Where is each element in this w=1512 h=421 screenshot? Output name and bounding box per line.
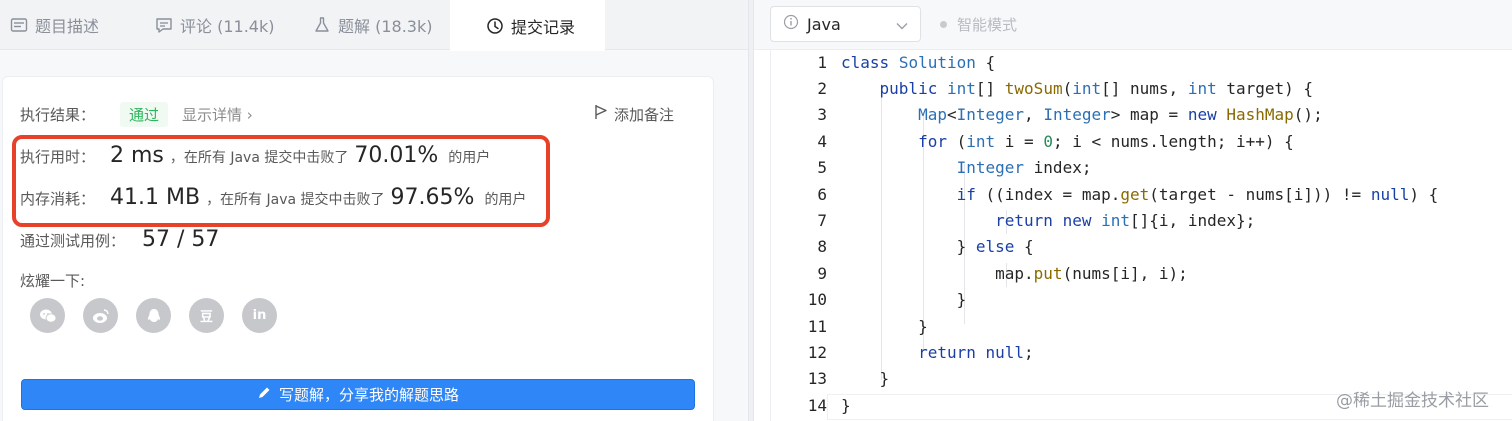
code-line: for (int i = 0; i < nums.length; i++) { (918, 132, 1294, 151)
editor-toolbar: Java 智能模式 (754, 0, 1512, 50)
line-number: 3 (817, 105, 827, 124)
line-number: 1 (817, 53, 827, 72)
weibo-icon[interactable] (83, 298, 118, 333)
code-line: class Solution { (841, 53, 996, 72)
code-line: Integer index; (956, 158, 1092, 177)
write-solution-label: 写题解，分享我的解题思路 (278, 386, 459, 404)
code-line: } (841, 369, 890, 388)
line-number: 10 (807, 290, 827, 309)
tab-submissions[interactable]: 提交记录 (450, 0, 605, 51)
line-number: 5 (817, 158, 827, 177)
code-line: Map<Integer, Integer> map = new HashMap(… (918, 105, 1323, 124)
pencil-icon (257, 386, 271, 404)
smart-mode-toggle[interactable]: 智能模式 (940, 14, 1017, 35)
linkedin-icon[interactable]: in (242, 298, 277, 333)
memory-value: 41.1 MB (110, 185, 201, 210)
add-note-label: 添加备注 (614, 105, 675, 124)
status-badge: 通过 (120, 101, 169, 127)
code-line: } (841, 396, 851, 415)
show-details-link[interactable]: 显示详情 › (182, 104, 253, 125)
runtime-value: 2 ms (110, 143, 164, 168)
code-line: map.put(nums[i], i); (841, 264, 1188, 283)
watermark: @稀土掘金技术社区 (1336, 391, 1489, 411)
line-number: 8 (817, 237, 827, 256)
tab-label: 题解 (18.3k) (338, 17, 433, 36)
description-icon (10, 16, 28, 34)
memory-row: 内存消耗： 41.1 MB ，在所有 Java 提交中击败了 97.65% 的用… (20, 185, 526, 215)
line-number: 13 (807, 369, 827, 388)
code-line: } else { (841, 237, 1034, 256)
memory-tail: 的用户 (484, 192, 527, 208)
douban-icon[interactable]: 豆 (189, 298, 224, 333)
line-number: 12 (807, 343, 827, 362)
chevron-down-icon (896, 15, 908, 34)
line-number: 4 (817, 132, 827, 151)
flask-icon (313, 16, 331, 34)
code-editor[interactable]: 1 2 3 4 5 6 7 8 9 10 11 12 13 14 class S… (770, 50, 1512, 421)
runtime-tail: 的用户 (448, 150, 491, 166)
tab-description[interactable]: 题目描述 (10, 0, 99, 50)
tab-label: 提交记录 (511, 17, 576, 37)
wechat-icon[interactable] (30, 298, 65, 333)
code-line: public int[] twoSum(int[] nums, int targ… (879, 79, 1314, 98)
code-line: } (841, 290, 967, 309)
language-value: Java (807, 14, 841, 34)
share-label: 炫耀一下: (20, 272, 86, 290)
tab-label: 评论 (11.4k) (180, 17, 275, 36)
code-line: return null; (918, 343, 1034, 362)
memory-label: 内存消耗： (20, 190, 96, 208)
tab-comments[interactable]: 评论 (11.4k) (155, 0, 274, 50)
status-dot-icon (940, 21, 947, 28)
tests-row: 通过测试用例： 57 / 57 (20, 227, 219, 257)
line-number: 7 (817, 211, 827, 230)
app-root: 题目描述 评论 (11.4k) 题解 (18.3k) 提交记录 执行结果： 通过… (0, 0, 1512, 421)
info-icon (783, 14, 799, 34)
runtime-percent: 70.01% (354, 143, 439, 168)
line-number: 14 (807, 396, 827, 415)
code-line: if ((index = map.get(target - nums[i])) … (956, 185, 1439, 204)
flag-icon (594, 104, 608, 124)
runtime-row: 执行用时： 2 ms ，在所有 Java 提交中击败了 70.01% 的用户 (20, 143, 490, 173)
tests-label: 通过测试用例： (20, 232, 126, 250)
result-label: 执行结果： (20, 105, 96, 124)
left-panel: 题目描述 评论 (11.4k) 题解 (18.3k) 提交记录 执行结果： 通过… (0, 0, 748, 421)
memory-beats-text: ，在所有 Java 提交中击败了 (206, 192, 385, 208)
write-solution-button[interactable]: 写题解，分享我的解题思路 (21, 379, 695, 410)
clock-icon (486, 17, 504, 35)
line-number: 6 (817, 185, 827, 204)
comment-icon (155, 16, 173, 34)
memory-percent: 97.65% (390, 185, 475, 210)
result-row: 执行结果： 通过 显示详情 › (20, 101, 253, 127)
tab-solutions[interactable]: 题解 (18.3k) (313, 0, 432, 50)
language-select[interactable]: Java (770, 6, 921, 42)
tests-value: 57 / 57 (142, 227, 220, 252)
share-icons: 豆 in (30, 298, 277, 333)
line-number: 11 (807, 317, 827, 336)
code-line: return new int[]{i, index}; (995, 211, 1256, 230)
smart-mode-label: 智能模式 (957, 16, 1018, 34)
code-line: } (841, 317, 928, 336)
line-number: 9 (817, 264, 827, 283)
line-number: 2 (817, 79, 827, 98)
runtime-label: 执行用时： (20, 148, 96, 166)
tab-bar: 题目描述 评论 (11.4k) 题解 (18.3k) 提交记录 (0, 0, 748, 51)
add-note-button[interactable]: 添加备注 (594, 101, 674, 127)
runtime-beats-text: ，在所有 Java 提交中击败了 (169, 150, 349, 166)
qq-icon[interactable] (136, 298, 171, 333)
editor-panel: Java 智能模式 1 2 3 4 5 6 7 8 9 10 11 12 13 … (754, 0, 1512, 421)
tab-label: 题目描述 (35, 17, 100, 36)
